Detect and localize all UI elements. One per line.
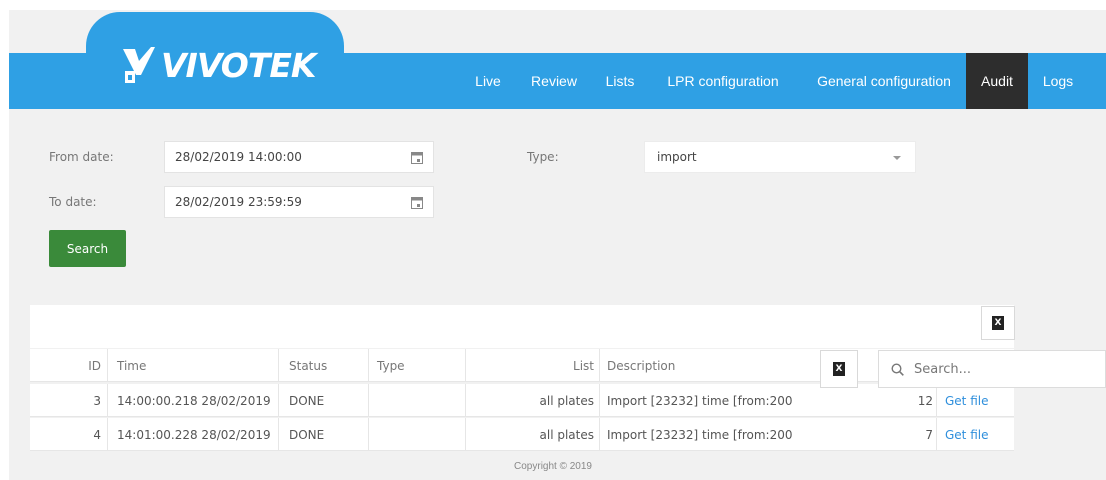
cell-status: DONE: [278, 418, 368, 451]
chevron-down-icon: [893, 156, 901, 160]
table-row[interactable]: 4 14:01:00.228 28/02/2019 DONE all plate…: [30, 418, 1014, 451]
from-date-value: 28/02/2019 14:00:00: [175, 150, 302, 164]
nav-lists[interactable]: Lists: [598, 53, 642, 109]
nav-general-configuration[interactable]: General configuration: [806, 53, 962, 109]
nav-lpr-configuration[interactable]: LPR configuration: [652, 53, 794, 109]
brand-logo[interactable]: VIVOTEK: [121, 38, 316, 92]
type-select[interactable]: import: [644, 141, 916, 173]
cell-list: all plates: [465, 418, 599, 451]
cell-count: 12: [917, 393, 933, 408]
column-header-list[interactable]: List: [465, 349, 599, 382]
copyright-footer: Copyright © 2019: [514, 461, 592, 472]
table-toolbar: X: [30, 305, 1015, 348]
cell-description: Import [23232] time [from:200: [599, 384, 899, 417]
cell-list: all plates: [465, 384, 599, 417]
cell-id: 4: [93, 427, 101, 442]
to-date-label: To date:: [49, 195, 97, 209]
search-button[interactable]: Search: [49, 230, 126, 267]
cell-time: 14:00:00.218 28/02/2019: [107, 384, 278, 417]
nav-logs[interactable]: Logs: [1030, 53, 1086, 109]
nav-audit[interactable]: Audit: [966, 53, 1028, 109]
from-date-label: From date:: [49, 150, 114, 164]
search-placeholder: Search...: [914, 361, 972, 377]
cell-description: Import [23232] time [from:200: [599, 418, 899, 451]
export-excel-button[interactable]: X: [820, 350, 858, 388]
type-select-value: import: [657, 150, 697, 164]
cell-status: DONE: [278, 384, 368, 417]
column-header-time[interactable]: Time: [107, 349, 278, 382]
column-header-type[interactable]: Type: [368, 349, 465, 382]
logo-text: VIVOTEK: [161, 45, 316, 85]
table-search-input[interactable]: Search...: [878, 350, 1106, 388]
excel-export-icon: X: [833, 362, 845, 376]
excel-export-icon: X: [992, 316, 1004, 330]
to-date-input[interactable]: 28/02/2019 23:59:59: [164, 186, 434, 218]
get-file-link[interactable]: Get file: [936, 384, 1014, 417]
calendar-icon[interactable]: [411, 151, 423, 164]
calendar-icon[interactable]: [411, 196, 423, 209]
nav-live[interactable]: Live: [467, 53, 509, 109]
from-date-input[interactable]: 28/02/2019 14:00:00: [164, 141, 434, 173]
nav-review[interactable]: Review: [522, 53, 586, 109]
cell-type: [368, 384, 465, 417]
type-label: Type:: [527, 150, 559, 164]
search-icon: [891, 362, 904, 376]
to-date-value: 28/02/2019 23:59:59: [175, 195, 302, 209]
vivotek-v-icon: [123, 47, 155, 83]
export-excel-button[interactable]: X: [981, 306, 1015, 340]
cell-count: 7: [925, 427, 933, 442]
table-row[interactable]: 3 14:00:00.218 28/02/2019 DONE all plate…: [30, 384, 1014, 417]
column-header-id[interactable]: ID: [30, 349, 107, 382]
column-header-status[interactable]: Status: [278, 349, 368, 382]
cell-time: 14:01:00.228 28/02/2019: [107, 418, 278, 451]
cell-type: [368, 418, 465, 451]
table-header-row: ID Time Status Type List Description: [30, 349, 1014, 382]
get-file-link[interactable]: Get file: [936, 418, 1014, 451]
cell-id: 3: [93, 393, 101, 408]
